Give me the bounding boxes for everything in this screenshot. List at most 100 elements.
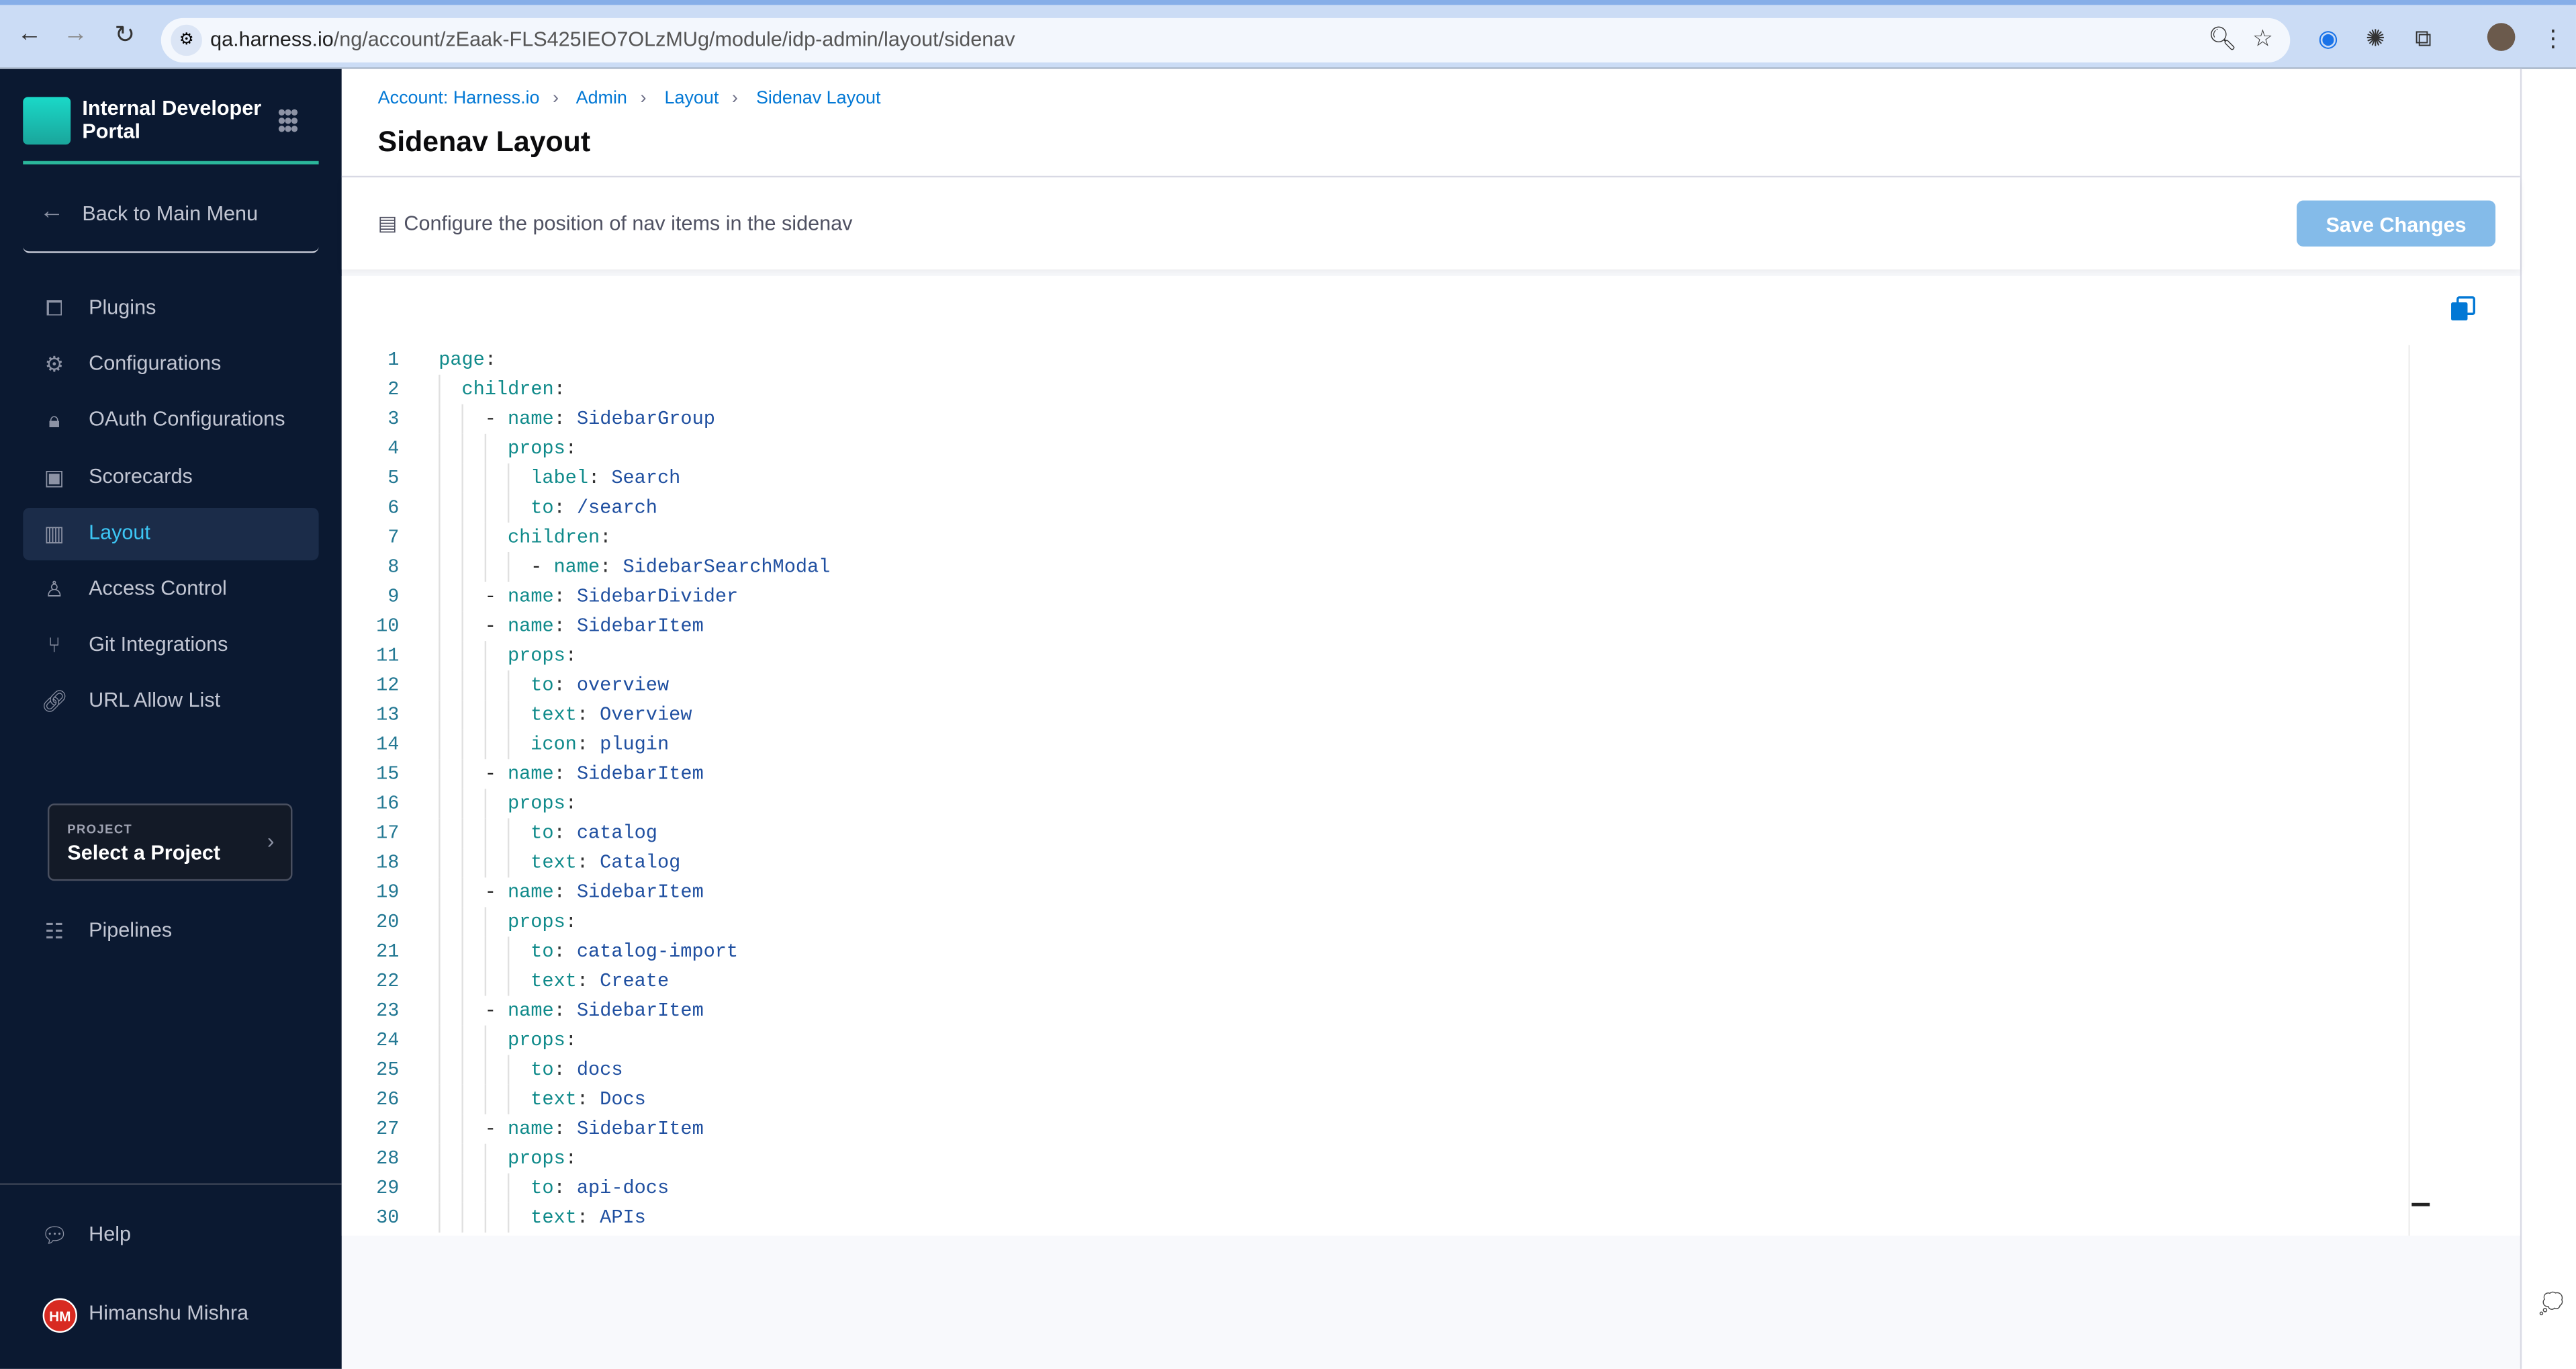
chat-support-icon[interactable]: 💭︎ (2536, 1290, 2566, 1318)
extension-spinner-icon[interactable]: ✺ (2366, 25, 2385, 53)
code-text: text: APIs (531, 1206, 646, 1229)
yaml-value: Create (600, 969, 670, 993)
yaml-value: SidebarItem (576, 614, 704, 638)
yaml-key: text (531, 1088, 577, 1111)
sidebar-item-layout[interactable]: ▥ Layout (23, 507, 319, 560)
zoom-icon[interactable]: 🔍︎ (2208, 25, 2238, 53)
sidebar-item-plugins[interactable]: ⧠ Plugins (23, 283, 318, 335)
address-bar[interactable]: ⚙ qa.harness.io/ng/account/zEaak-FLS425I… (160, 17, 2291, 62)
save-changes-button[interactable]: Save Changes (2297, 200, 2496, 247)
breadcrumb-account[interactable]: Account: Harness.io (378, 89, 540, 108)
browser-menu-icon[interactable]: ⋮ (2542, 25, 2565, 53)
yaml-key: to (531, 674, 554, 697)
arrow-left-icon: ← (39, 197, 64, 226)
line-number: 21 (376, 940, 400, 963)
back-label: Back to Main Menu (82, 202, 259, 226)
url-path: /ng/account/zEaak-FLS425IEO7OLzMUg/modul… (333, 28, 1015, 51)
app-switcher-grid-icon[interactable]: ••• ••• ••• (277, 100, 298, 140)
yaml-value: Catalog (600, 851, 681, 875)
sidebar-item-configurations[interactable]: ⚙ Configurations (23, 339, 318, 391)
yaml-value: Overview (600, 703, 692, 727)
code-text: to: docs (531, 1058, 623, 1081)
sidebar-item-pipelines[interactable]: ☷ Pipelines (23, 906, 318, 958)
line-number: 29 (376, 1176, 400, 1200)
yaml-key: text (531, 969, 577, 993)
yaml-value: plugin (600, 733, 670, 756)
yaml-value: Search (611, 466, 681, 490)
yaml-editor[interactable]: 1 page: 2 children: 3 - name: SidebarGroup 4 pr… (341, 275, 2520, 1236)
browser-toolbar: ← → ↻ ⚙ qa.harness.io/ng/account/zEaak-F… (0, 0, 2576, 69)
breadcrumb-sidenav-layout[interactable]: Sidenav Layout (756, 89, 881, 108)
line-number: 10 (376, 614, 400, 638)
profile-avatar[interactable] (2487, 23, 2516, 51)
divider (23, 161, 319, 165)
yaml-value: catalog (576, 822, 657, 845)
sidebar-item-label: Layout (89, 521, 150, 544)
line-number: 9 (387, 584, 400, 609)
yaml-key: page (439, 348, 485, 371)
user-profile[interactable]: Himanshu Mishra (76, 1288, 306, 1341)
code-text: label: Search (531, 466, 681, 490)
yaml-value: SidebarSearchModal (623, 555, 831, 579)
page-title: Sidenav Layout (377, 124, 591, 158)
lock-icon: 🔒︎ (48, 408, 60, 433)
line-number: 24 (376, 1028, 400, 1052)
user-icon: ♙ (44, 576, 64, 602)
yaml-key: children (461, 378, 554, 401)
page-toolbar: ▤ Configure the position of nav items in … (341, 177, 2520, 270)
yaml-key: to (531, 496, 554, 520)
back-arrow-icon[interactable]: ← (13, 19, 46, 48)
copy-icon[interactable] (2450, 296, 2476, 322)
code-text: text: Create (531, 969, 670, 993)
yaml-key: name (508, 762, 554, 786)
code-text: text: Overview (531, 703, 692, 727)
yaml-key: props (507, 1028, 565, 1052)
sidebar-item-scorecards[interactable]: ▣ Scorecards (23, 451, 318, 504)
line-number: 28 (376, 1147, 400, 1170)
breadcrumb-admin[interactable]: Admin (576, 89, 627, 108)
yaml-key: name (508, 614, 554, 638)
help-button[interactable]: 💬︎ Help (23, 1210, 318, 1262)
git-icon: ⑂ (48, 633, 61, 658)
yaml-key: to (531, 940, 554, 963)
yaml-value: SidebarItem (576, 881, 704, 904)
bookmark-star-icon[interactable]: ☆ (2252, 25, 2273, 53)
sidebar-item-git-integrations[interactable]: ⑂ Git Integrations (23, 620, 318, 672)
yaml-value: SidebarItem (576, 999, 704, 1022)
sidebar-item-url-allow-list[interactable]: 🔗︎ URL Allow List (23, 676, 318, 728)
code-text: props: (507, 1147, 577, 1170)
gears-icon: ⚙ (44, 351, 64, 377)
code-text: - name: SidebarSearchModal (531, 555, 831, 579)
extensions-puzzle-icon[interactable]: ⧉ (2415, 25, 2431, 53)
forward-arrow-icon[interactable]: → (59, 19, 92, 48)
yaml-key: text (531, 703, 577, 727)
yaml-value: docs (576, 1058, 623, 1081)
breadcrumb-layout[interactable]: Layout (665, 89, 719, 108)
yaml-value: catalog-import (576, 940, 739, 963)
sidebar-item-label: Configurations (89, 351, 222, 376)
editor-scrollbar[interactable] (2408, 345, 2410, 1236)
code-text: props: (507, 910, 577, 934)
help-label: Help (89, 1223, 132, 1246)
code-text: text: Docs (531, 1088, 646, 1111)
code-text: - name: SidebarItem (484, 614, 704, 638)
yaml-key: name (508, 584, 554, 609)
line-number: 17 (376, 822, 400, 845)
password-manager-icon[interactable]: ◉ (2318, 25, 2338, 53)
sidebar-item-access-control[interactable]: ♙ Access Control (23, 564, 318, 616)
back-to-main-menu[interactable]: ← Back to Main Menu (23, 184, 319, 253)
site-info-icon[interactable]: ⚙ (171, 24, 202, 56)
line-number: 6 (387, 496, 400, 520)
yaml-key: props (507, 910, 565, 934)
yaml-key: props (507, 437, 565, 460)
yaml-key: to (531, 822, 554, 845)
project-selector[interactable]: PROJECT Select a Project › (47, 803, 293, 881)
line-number: 3 (387, 407, 400, 431)
user-avatar[interactable]: HM (42, 1298, 77, 1333)
reload-icon[interactable]: ↻ (108, 19, 141, 50)
line-number: 30 (376, 1206, 400, 1229)
code-text: - name: SidebarItem (484, 881, 704, 904)
sidebar-item-oauth-configurations[interactable]: 🔒︎ OAuth Configurations (23, 395, 318, 447)
line-number: 4 (387, 437, 400, 460)
line-number: 8 (387, 555, 400, 579)
